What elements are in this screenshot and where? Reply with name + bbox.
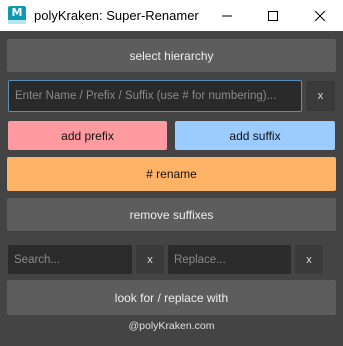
name-input-placeholder: Enter Name / Prefix / Suffix (use # for … [15, 90, 277, 102]
window-title: polyKraken: Super-Renamer [34, 8, 199, 23]
clear-search-button[interactable]: x [136, 245, 164, 274]
clear-name-button[interactable]: x [306, 81, 335, 111]
replace-input-placeholder: Replace... [174, 253, 226, 266]
minimize-button[interactable] [204, 0, 250, 31]
add-prefix-button[interactable]: add prefix [8, 121, 167, 150]
title-bar[interactable]: M polyKraken: Super-Renamer [0, 0, 343, 31]
add-suffix-button[interactable]: add suffix [175, 121, 335, 150]
maximize-icon [268, 10, 278, 21]
remove-suffixes-button[interactable]: remove suffixes [7, 198, 336, 231]
app-icon-letter: M [11, 6, 23, 19]
minimize-icon [222, 15, 232, 16]
name-input[interactable]: Enter Name / Prefix / Suffix (use # for … [8, 80, 302, 112]
search-input[interactable]: Search... [8, 245, 132, 274]
search-input-placeholder: Search... [14, 253, 61, 266]
look-for-replace-button[interactable]: look for / replace with [7, 280, 336, 315]
footer-credit: @polyKraken.com [128, 320, 215, 332]
close-icon [314, 10, 326, 21]
rename-button[interactable]: # rename [7, 157, 336, 191]
clear-replace-button[interactable]: x [295, 245, 323, 274]
close-button[interactable] [297, 0, 343, 31]
maya-app-icon: M [8, 6, 26, 24]
select-hierarchy-button[interactable]: select hierarchy [7, 39, 336, 72]
replace-input[interactable]: Replace... [168, 245, 291, 274]
maximize-button[interactable] [250, 0, 296, 31]
